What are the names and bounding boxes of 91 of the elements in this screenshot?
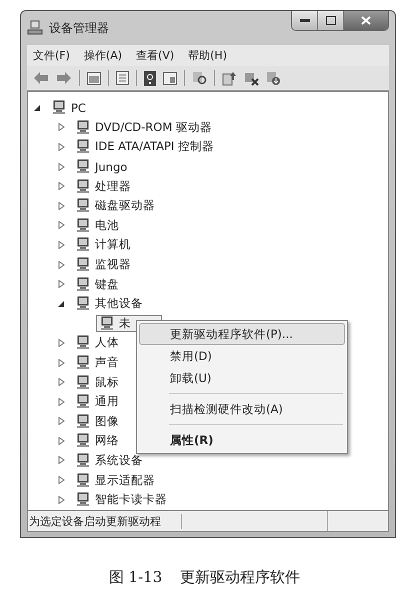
update-icon[interactable] bbox=[222, 70, 237, 86]
collapsed-triangle-icon[interactable] bbox=[58, 123, 65, 132]
panel-icon[interactable] bbox=[163, 72, 177, 84]
menu-item[interactable]: 查看(V) bbox=[136, 48, 174, 63]
minimize-icon bbox=[300, 18, 310, 22]
collapsed-triangle-icon[interactable] bbox=[58, 202, 65, 210]
device-icon bbox=[75, 218, 91, 233]
collapsed-triangle-icon[interactable] bbox=[58, 162, 65, 171]
collapsed-triangle-icon[interactable] bbox=[58, 182, 65, 190]
context-menu-item[interactable]: 扫描检测硬件改动(A) bbox=[139, 398, 345, 420]
tree-item[interactable]: 智能卡读卡器 bbox=[95, 492, 167, 508]
scan-icon[interactable] bbox=[192, 71, 207, 85]
tree-item[interactable]: 处理器 bbox=[95, 178, 131, 194]
back-arrow-icon[interactable] bbox=[33, 71, 49, 85]
collapsed-triangle-icon[interactable] bbox=[58, 280, 65, 288]
tree-item[interactable]: 其他设备 bbox=[95, 296, 143, 312]
tree-item[interactable]: 磁盘驱动器 bbox=[95, 198, 155, 214]
collapsed-triangle-icon[interactable] bbox=[58, 476, 65, 484]
tree-item[interactable]: 显示适配器 bbox=[95, 472, 155, 488]
device-icon bbox=[75, 237, 91, 252]
device-icon bbox=[75, 472, 91, 488]
device-icon bbox=[75, 139, 91, 154]
collapsed-triangle-icon[interactable] bbox=[58, 142, 65, 151]
tree-item[interactable]: IDE ATA/ATAPI 控制器 bbox=[95, 139, 214, 154]
device-icon bbox=[75, 452, 91, 468]
context-menu-item[interactable]: 禁用(D) bbox=[139, 345, 345, 367]
disable-icon[interactable] bbox=[244, 70, 259, 86]
tree-item[interactable]: 图像 bbox=[95, 414, 119, 429]
minimize-button[interactable] bbox=[292, 11, 318, 30]
device-icon bbox=[75, 120, 91, 135]
maximize-button[interactable] bbox=[318, 11, 344, 30]
tree-item[interactable]: 声音 bbox=[95, 355, 119, 370]
collapsed-triangle-icon[interactable] bbox=[58, 358, 65, 367]
window-title: 设备管理器 bbox=[49, 20, 109, 36]
tree-item[interactable]: 键盘 bbox=[95, 276, 119, 292]
collapsed-triangle-icon[interactable] bbox=[58, 417, 65, 426]
help-book-icon[interactable] bbox=[144, 70, 156, 86]
tree-item[interactable]: 系统设备 bbox=[95, 452, 143, 468]
collapsed-triangle-icon[interactable] bbox=[58, 398, 65, 406]
device-icon bbox=[75, 414, 91, 429]
device-icon bbox=[75, 198, 91, 214]
collapsed-triangle-icon[interactable] bbox=[58, 456, 65, 464]
expanded-triangle-icon[interactable] bbox=[34, 104, 41, 112]
collapsed-triangle-icon[interactable] bbox=[58, 378, 65, 386]
device-icon bbox=[99, 316, 115, 331]
close-icon bbox=[361, 16, 371, 25]
caption-text: 更新驱动程序软件 bbox=[180, 568, 300, 587]
context-menu-item[interactable]: 卸载(U) bbox=[139, 367, 345, 389]
collapsed-triangle-icon[interactable] bbox=[58, 496, 65, 504]
tree-item[interactable]: 人体 bbox=[95, 335, 119, 350]
computer-icon bbox=[27, 20, 43, 36]
context-menu-item[interactable]: 属性(R) bbox=[139, 429, 345, 451]
device-icon bbox=[75, 296, 91, 312]
device-icon bbox=[51, 100, 67, 116]
tree-item[interactable]: 通用 bbox=[95, 394, 119, 410]
tree-item[interactable]: 监视器 bbox=[95, 257, 131, 272]
context-menu-item[interactable]: 更新驱动程序软件(P)... bbox=[139, 323, 345, 345]
device-icon bbox=[75, 492, 91, 508]
caption-number: 图 1-13 bbox=[108, 568, 162, 587]
device-icon bbox=[75, 276, 91, 292]
tree-item[interactable]: 计算机 bbox=[95, 237, 131, 252]
tree-item[interactable]: DVD/CD-ROM 驱动器 bbox=[95, 120, 212, 135]
uninstall-icon[interactable] bbox=[266, 70, 281, 86]
menu-item[interactable]: 操作(A) bbox=[84, 48, 122, 63]
collapsed-triangle-icon[interactable] bbox=[58, 260, 65, 269]
collapsed-triangle-icon[interactable] bbox=[58, 221, 65, 230]
status-text: 为选定设备启动更新驱动程 bbox=[28, 514, 182, 528]
close-button[interactable] bbox=[344, 11, 388, 30]
forward-arrow-icon[interactable] bbox=[56, 71, 72, 85]
expanded-triangle-icon[interactable] bbox=[58, 300, 65, 308]
device-icon bbox=[75, 394, 91, 410]
panel-icon[interactable] bbox=[87, 72, 101, 84]
tree-item[interactable]: 网络 bbox=[95, 433, 119, 448]
device-icon bbox=[75, 257, 91, 272]
tree-item[interactable]: 鼠标 bbox=[95, 374, 119, 390]
device-icon bbox=[75, 335, 91, 350]
tree-item[interactable]: PC bbox=[71, 100, 86, 115]
device-icon bbox=[75, 159, 91, 174]
device-icon bbox=[75, 178, 91, 194]
menu-item[interactable]: 帮助(H) bbox=[188, 48, 227, 63]
menu-item[interactable]: 文件(F) bbox=[33, 48, 70, 63]
document-icon[interactable] bbox=[116, 71, 129, 85]
device-icon bbox=[75, 355, 91, 370]
device-icon bbox=[75, 374, 91, 390]
tree-item[interactable]: 电池 bbox=[95, 218, 119, 233]
collapsed-triangle-icon[interactable] bbox=[58, 240, 65, 249]
device-icon bbox=[75, 433, 91, 448]
collapsed-triangle-icon[interactable] bbox=[58, 436, 65, 445]
maximize-icon bbox=[326, 16, 336, 25]
tree-item[interactable]: Jungo bbox=[95, 160, 128, 174]
collapsed-triangle-icon[interactable] bbox=[58, 338, 65, 347]
